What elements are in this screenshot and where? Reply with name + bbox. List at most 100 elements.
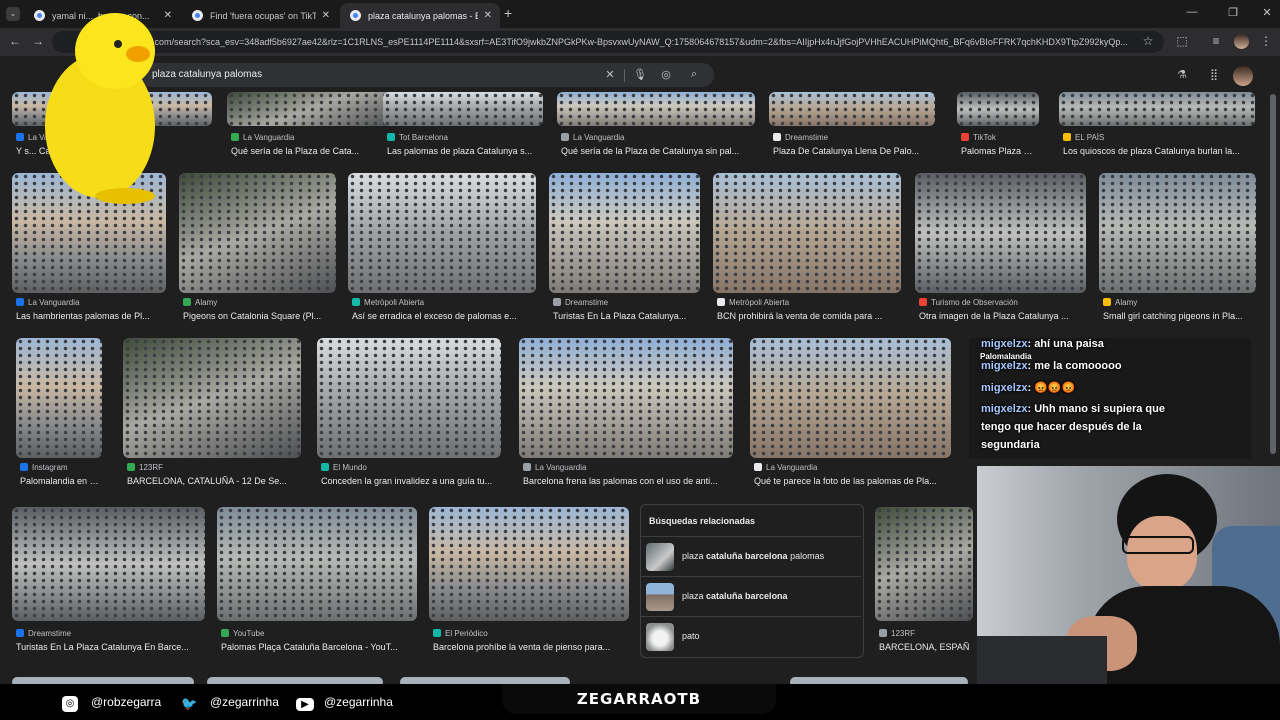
related-text-bold: cataluña barcelona	[706, 551, 788, 561]
result-caption[interactable]: BCN prohibirá la venta de comida para ..…	[717, 311, 901, 321]
result-caption[interactable]: Qué sería de la Plaza de Cata...	[231, 146, 393, 156]
close-icon[interactable]: ✕	[322, 10, 330, 21]
result-thumbnail[interactable]	[957, 92, 1039, 126]
source-name: El Periódico	[445, 629, 488, 638]
result-thumbnail[interactable]	[383, 92, 543, 126]
result-caption[interactable]: Turistas En La Plaza Catalunya En Barce.…	[16, 642, 205, 652]
source-name: Alamy	[195, 298, 218, 307]
related-item[interactable]: plaza cataluña barcelona palomas	[641, 536, 861, 576]
source-name: YouTube	[233, 629, 265, 638]
result-caption[interactable]: Small girl catching pigeons in Pla...	[1103, 311, 1256, 321]
source-name: Dreamstime	[28, 629, 72, 638]
tab-tiktok[interactable]: Find 'fuera ocupas' on TikTok | ✕	[182, 3, 338, 28]
result-caption[interactable]: Palomalandia en B...	[20, 476, 102, 486]
microphone-icon[interactable]: 🎙	[632, 68, 648, 81]
extensions-icon[interactable]: ⬚	[1174, 34, 1190, 48]
clear-icon[interactable]: ✕	[602, 68, 618, 81]
webcam-feed	[977, 466, 1280, 720]
result-thumbnail[interactable]	[179, 173, 336, 293]
result-source: La Vanguardia	[231, 133, 391, 142]
result-thumbnail[interactable]	[549, 173, 700, 293]
result-caption[interactable]: Palomas Plaza Cat...	[961, 146, 1039, 156]
apps-grid-icon[interactable]: ⣿	[1206, 68, 1222, 81]
source-favicon-icon	[879, 629, 887, 637]
result-thumbnail[interactable]	[429, 507, 629, 621]
result-caption[interactable]: Conceden la gran invalidez a una guía tu…	[321, 476, 501, 486]
result-source: El Mundo	[321, 463, 499, 472]
result-thumbnail[interactable]	[227, 92, 393, 126]
result-source: TikTok	[961, 133, 1037, 142]
result-thumbnail[interactable]	[12, 507, 205, 621]
result-thumbnail[interactable]	[769, 92, 935, 126]
result-thumbnail[interactable]	[1099, 173, 1256, 293]
result-thumbnail[interactable]	[16, 338, 102, 458]
result-caption[interactable]: Las palomas de plaza Catalunya s...	[387, 146, 543, 156]
result-thumbnail[interactable]	[317, 338, 501, 458]
source-name: La Vanguardia	[766, 463, 818, 472]
result-thumbnail[interactable]	[750, 338, 951, 458]
source-name: Turismo de Observación	[931, 298, 1018, 307]
result-caption[interactable]: Plaza De Catalunya Llena De Palo...	[773, 146, 935, 156]
result-caption[interactable]: Qué sería de la Plaza de Catalunya sin p…	[561, 146, 755, 156]
result-caption[interactable]: BARCELONA, CATALUÑA - 12 De Se...	[127, 476, 301, 486]
result-source: 123RF	[127, 463, 299, 472]
related-text: plaza	[682, 551, 707, 561]
address-bar[interactable]: e.com/search?sca_esv=348adf5b6927ae42&rl…	[52, 31, 1164, 53]
result-source: La Vanguardia	[561, 133, 753, 142]
result-thumbnail[interactable]	[217, 507, 417, 621]
source-name: Dreamstime	[565, 298, 609, 307]
result-caption[interactable]: Así se erradica el exceso de palomas e..…	[352, 311, 536, 321]
result-thumbnail[interactable]	[1059, 92, 1255, 126]
related-item[interactable]: plaza cataluña barcelona	[641, 576, 861, 616]
result-caption[interactable]: Otra imagen de la Plaza Catalunya ...	[919, 311, 1086, 321]
back-icon[interactable]: ←	[7, 34, 23, 48]
tab-plaza-catalunya[interactable]: plaza catalunya palomas - Busc ✕	[340, 3, 500, 28]
result-source: La Vanguardia	[754, 463, 949, 472]
result-source: Instagram	[20, 463, 100, 472]
chrome-menu-icon[interactable]: ⋮	[1258, 34, 1274, 48]
page-scrollbar[interactable]	[1270, 94, 1276, 454]
related-item[interactable]: pato	[641, 616, 861, 656]
reading-list-icon[interactable]: ≡	[1208, 34, 1224, 48]
source-name: Instagram	[32, 463, 68, 472]
maximize-button[interactable]: ❐	[1223, 6, 1243, 19]
result-thumbnail[interactable]	[519, 338, 733, 458]
chat-text: : me la comooooo	[1027, 360, 1122, 372]
source-favicon-icon	[16, 629, 24, 637]
result-source: 123RF	[879, 629, 971, 638]
result-thumbnail[interactable]	[713, 173, 901, 293]
result-caption[interactable]: Las hambrientas palomas de Pl...	[16, 311, 166, 321]
result-caption[interactable]: BARCELONA, ESPAÑ	[879, 642, 973, 652]
new-tab-button[interactable]: +	[504, 5, 512, 21]
chat-username: migxelzx	[981, 338, 1028, 350]
profile-avatar[interactable]	[1234, 34, 1249, 49]
result-thumbnail[interactable]	[557, 92, 755, 126]
result-caption[interactable]: Barcelona frena las palomas con el uso d…	[523, 476, 733, 486]
source-favicon-icon	[433, 629, 441, 637]
result-caption[interactable]: Pigeons on Catalonia Square (Pl...	[183, 311, 336, 321]
source-name: TikTok	[973, 133, 996, 142]
result-thumbnail[interactable]	[875, 507, 973, 621]
result-caption[interactable]: Barcelona prohíbe la venta de pienso par…	[433, 642, 629, 652]
source-name: 123RF	[139, 463, 164, 472]
source-favicon-icon	[754, 463, 762, 471]
minimize-button[interactable]: —	[1182, 6, 1202, 18]
source-favicon-icon	[127, 463, 135, 471]
tab-title: plaza catalunya palomas - Busc	[368, 10, 478, 21]
youtube-handle: @zegarrinha	[324, 695, 393, 709]
account-avatar[interactable]	[1233, 66, 1253, 86]
result-caption[interactable]: Turistas En La Plaza Catalunya...	[553, 311, 700, 321]
close-icon[interactable]: ✕	[484, 10, 492, 21]
result-thumbnail[interactable]	[915, 173, 1086, 293]
labs-flask-icon[interactable]: ⚗	[1174, 68, 1190, 81]
result-caption[interactable]: Los quioscos de plaza Catalunya burlan l…	[1063, 146, 1255, 156]
lens-icon[interactable]: ◎	[658, 68, 674, 81]
search-icon[interactable]: ⌕	[686, 68, 702, 81]
tab-search-button[interactable]: ⌄	[6, 7, 20, 21]
result-thumbnail[interactable]	[123, 338, 301, 458]
result-caption[interactable]: Palomas Plaça Cataluña Barcelona - YouT.…	[221, 642, 417, 652]
result-caption[interactable]: Qué te parece la foto de las palomas de …	[754, 476, 951, 486]
bookmark-star-icon[interactable]: ☆	[1140, 34, 1156, 48]
result-thumbnail[interactable]	[348, 173, 536, 293]
window-close-button[interactable]: ✕	[1257, 6, 1277, 19]
